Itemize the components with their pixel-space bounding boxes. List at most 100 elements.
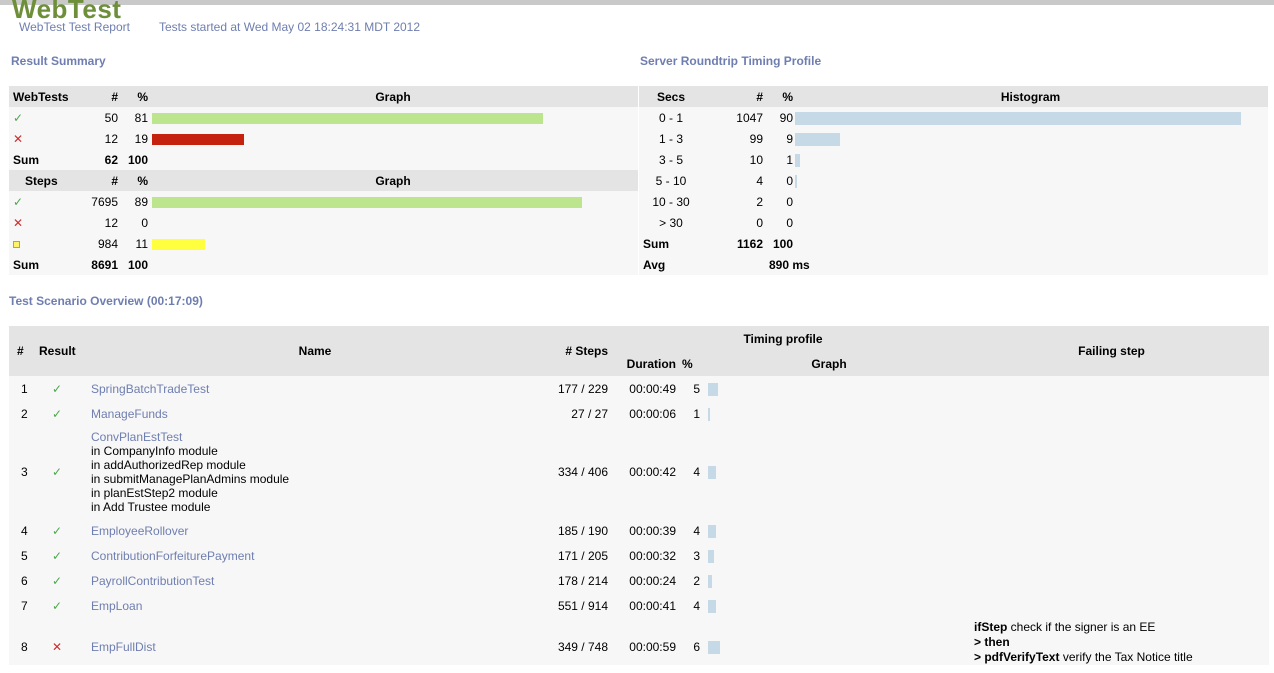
timing-sum-row: Sum 1162 100 (639, 233, 1268, 254)
histogram-bar (795, 153, 800, 167)
row-number: 6 (21, 573, 28, 588)
row-count: 12 (104, 131, 118, 146)
scenario-name-link[interactable]: ContributionForfeiturePayment (91, 549, 254, 563)
histogram-bar (795, 111, 1241, 125)
steps-count: 551 / 914 (557, 598, 608, 613)
duration: 00:00:32 (629, 548, 676, 563)
duration: 00:00:59 (629, 639, 676, 654)
scenario-table: # Result Name # Steps Timing profile Fai… (9, 326, 1269, 665)
row-count: 7695 (91, 194, 118, 209)
sum-count: 1162 (736, 236, 763, 251)
row-pct: 0 (141, 215, 148, 230)
row-count: 984 (97, 236, 118, 251)
timing-graph-bar (708, 466, 716, 480)
graph-header: Graph (375, 89, 411, 104)
row-count: 12 (104, 215, 118, 230)
steps-count: 177 / 229 (557, 381, 608, 396)
square-icon (13, 240, 20, 248)
duration-header: Duration (626, 356, 676, 371)
module-line: in submitManagePlanAdmins module (91, 472, 290, 486)
check-icon: ✓ (52, 548, 63, 563)
module-line: in CompanyInfo module (91, 444, 218, 458)
row-pct: 0 (786, 194, 793, 209)
scenario-name-link[interactable]: EmpLoan (91, 599, 142, 613)
timing-row: 3 - 5 10 1 (639, 149, 1268, 170)
steps-header: Steps (25, 173, 58, 188)
duration-pct: 6 (693, 639, 700, 654)
row-number: 4 (21, 523, 28, 538)
timing-avg-row: Avg 890 ms (639, 254, 1268, 275)
secs-range: 0 - 1 (658, 110, 683, 125)
timing-graph-bar (708, 574, 712, 588)
failing-step-header: Failing step (1078, 344, 1145, 358)
steps-count: 171 / 205 (557, 548, 608, 563)
row-count: 0 (756, 215, 763, 230)
sum-label: Sum (13, 257, 40, 272)
failing-step-then: > then (974, 635, 1010, 649)
secs-range: 1 - 3 (658, 131, 683, 146)
row-number: 3 (21, 465, 28, 479)
timing-header-row: Secs # % Histogram (639, 86, 1268, 107)
steps-count: 178 / 214 (557, 573, 608, 588)
duration: 00:00:41 (629, 598, 676, 613)
report-title: WebTest Test Report (19, 20, 130, 34)
pct-header: % (137, 173, 148, 188)
window-top-edge (0, 0, 1274, 5)
result-summary-table: WebTests # % Graph ✓ 50 81 ✕ 12 19 Sum 62 100… (9, 86, 638, 275)
steps-count: 349 / 748 (557, 639, 608, 654)
duration-pct: 2 (693, 573, 700, 588)
result-summary-title: Result Summary (11, 54, 106, 68)
timing-row: 5 - 10 4 0 (639, 170, 1268, 191)
row-pct: 89 (134, 194, 148, 209)
pct-header: % (682, 356, 693, 371)
sum-count: 62 (104, 152, 118, 167)
module-line: in addAuthorizedRep module (91, 458, 246, 472)
scenario-row: 5 ✓ ContributionForfeiturePayment 171 / 205… (9, 543, 1269, 568)
timing-graph-bar (708, 382, 718, 396)
pct-header: % (782, 89, 793, 104)
pct-header: % (137, 89, 148, 104)
row-pct: 90 (779, 110, 793, 125)
avg-label: Avg (643, 257, 666, 272)
duration: 00:00:24 (629, 573, 676, 588)
failing-step-keyword: > pdfVerifyText (974, 650, 1060, 664)
count-header: # (111, 89, 118, 104)
histogram-header: Histogram (1000, 89, 1061, 104)
check-icon: ✓ (52, 381, 63, 396)
timing-row: > 30 0 0 (639, 212, 1268, 233)
secs-range: > 30 (659, 215, 683, 230)
steps-count: 334 / 406 (557, 465, 608, 479)
graph-bar (152, 196, 582, 208)
name-header: Name (298, 344, 332, 358)
row-pct: 0 (786, 173, 793, 188)
timing-row: 10 - 30 2 0 (639, 191, 1268, 212)
graph-header: Graph (811, 356, 847, 371)
scenario-name-link[interactable]: ConvPlanEstTest (91, 430, 545, 444)
duration-pct: 1 (693, 406, 700, 421)
summary-row: ✕ 12 0 (9, 212, 638, 233)
secs-range: 5 - 10 (655, 173, 687, 188)
scenario-row: 8 ✕ EmpFullDist 349 / 748 00:00:59 6 ifStep ch… (9, 618, 1269, 665)
duration: 00:00:49 (629, 381, 676, 396)
row-number: 5 (21, 548, 28, 563)
row-count: 2 (756, 194, 763, 209)
scenario-name-link[interactable]: EmployeeRollover (91, 524, 188, 538)
sum-label: Sum (13, 152, 40, 167)
graph-bar (152, 112, 543, 124)
scenario-name-link[interactable]: ManageFunds (91, 407, 168, 421)
row-pct: 81 (134, 110, 148, 125)
check-icon: ✓ (52, 406, 63, 421)
row-number: 2 (21, 406, 28, 421)
timing-graph-bar (708, 549, 714, 563)
scenario-name-link[interactable]: EmpFullDist (91, 640, 156, 654)
scenario-overview-title: Test Scenario Overview (00:17:09) (9, 294, 203, 308)
row-count: 99 (749, 131, 763, 146)
secs-range: 10 - 30 (652, 194, 690, 209)
scenario-name-link[interactable]: PayrollContributionTest (91, 574, 214, 588)
duration-pct: 3 (693, 548, 700, 563)
module-line: in planEstStep2 module (91, 486, 218, 500)
row-number: 7 (21, 598, 28, 613)
graph-bar (152, 238, 205, 250)
scenario-name-link[interactable]: SpringBatchTradeTest (91, 382, 209, 396)
count-header: # (756, 89, 763, 104)
